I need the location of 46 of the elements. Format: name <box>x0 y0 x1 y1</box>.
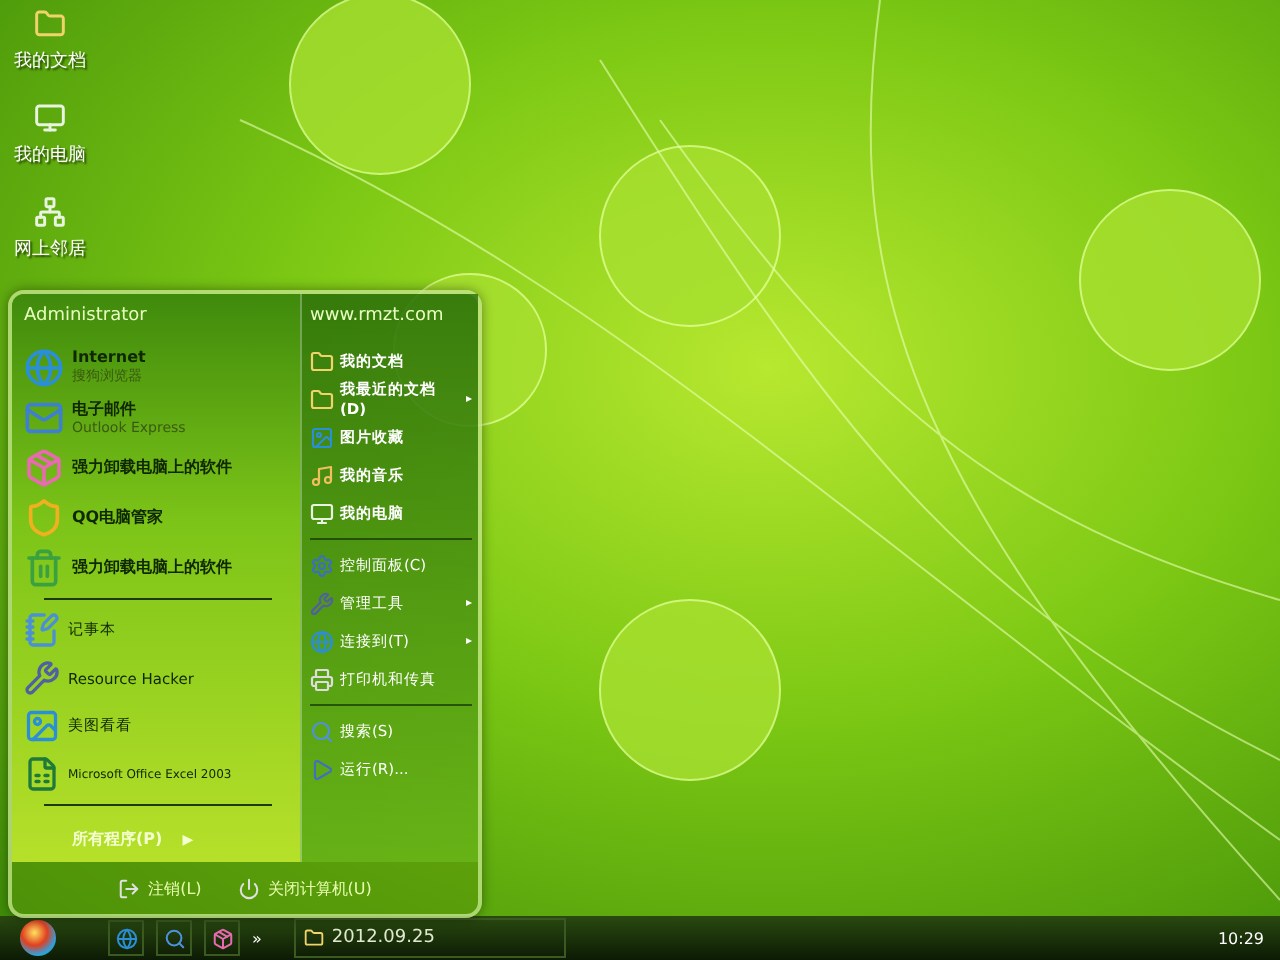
logout-icon <box>118 877 141 899</box>
globe-icon <box>24 347 64 387</box>
wrench-icon <box>310 591 334 615</box>
wrench-icon <box>24 660 60 696</box>
monitor-icon <box>310 501 334 525</box>
printer-icon <box>310 667 334 691</box>
trash-icon <box>24 547 64 587</box>
settings-icon <box>310 553 334 577</box>
package-icon <box>211 927 233 949</box>
taskbar-task[interactable]: 2012.09.25 <box>293 918 566 958</box>
quick-launch-button[interactable] <box>156 920 192 956</box>
clock: 10:29 <box>1217 929 1266 947</box>
sheet-icon <box>24 756 60 792</box>
desktop-icon-label[interactable]: 网上邻居 <box>14 236 86 262</box>
overflow-chevron[interactable]: » <box>252 929 262 947</box>
menu-item[interactable]: 强力卸载电脑上的软件 <box>24 542 292 592</box>
quick-launch-button[interactable] <box>108 920 144 956</box>
start-button[interactable] <box>20 920 56 956</box>
quick-launch-button[interactable] <box>204 920 240 956</box>
notebook-icon <box>24 612 60 648</box>
globe-icon <box>310 629 334 653</box>
run-icon <box>310 757 334 781</box>
folder-icon <box>34 8 66 40</box>
image-icon <box>24 708 60 744</box>
folder-icon <box>310 349 334 373</box>
globe-icon <box>115 927 137 949</box>
mail-icon <box>24 397 64 437</box>
search-icon <box>310 719 334 743</box>
desktop-icon-label[interactable]: 我的文档 <box>14 48 86 74</box>
menu-item[interactable]: 强力卸载电脑上的软件 <box>24 442 292 492</box>
search-icon <box>163 927 185 949</box>
image-icon <box>310 425 334 449</box>
footer-button[interactable]: 关闭计算机(U) <box>237 877 372 899</box>
website-label: www.rmzt.com <box>310 304 446 330</box>
menu-item[interactable]: QQ电脑管家 <box>24 492 292 542</box>
user-name: Administrator <box>24 304 149 330</box>
network-icon <box>34 196 66 228</box>
music-icon <box>310 463 334 487</box>
desktop-icon-label[interactable]: 我的电脑 <box>14 142 86 168</box>
footer-button[interactable]: 注销(L) <box>118 877 202 899</box>
monitor-icon <box>34 102 66 134</box>
package-icon <box>24 447 64 487</box>
folder-icon <box>303 928 324 948</box>
shield-icon <box>24 497 64 537</box>
power-icon <box>237 877 260 899</box>
folder-icon <box>310 387 334 411</box>
